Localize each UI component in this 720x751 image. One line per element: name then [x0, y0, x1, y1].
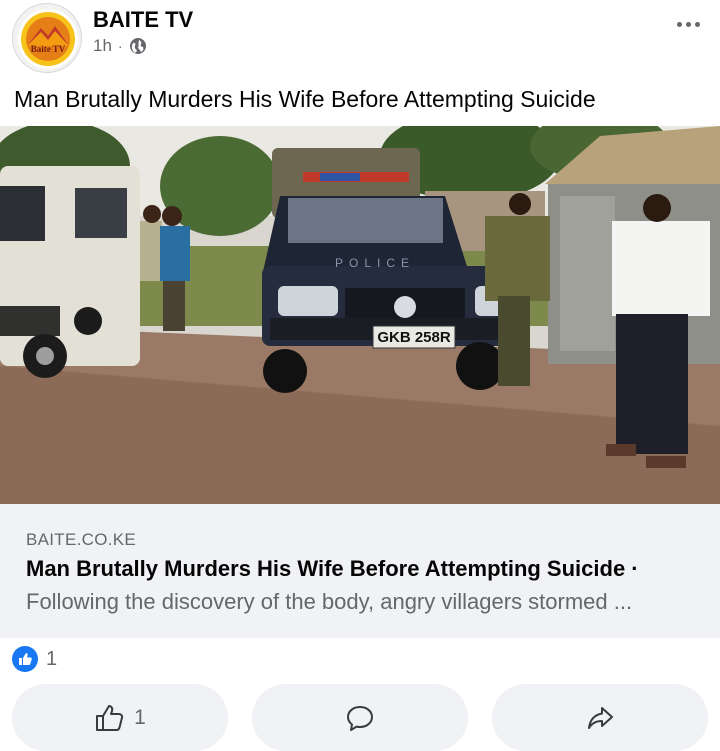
like-reaction-icon	[12, 646, 38, 672]
share-button[interactable]	[492, 684, 708, 751]
logo-text: Baite TV	[31, 44, 66, 54]
post-photo[interactable]: GKB 258R POLICE	[0, 126, 720, 504]
page-avatar[interactable]: Baite TV	[12, 3, 82, 73]
thumbs-up-icon	[96, 704, 124, 731]
post-meta: 1h ·	[93, 36, 147, 56]
meta-separator: ·	[117, 38, 123, 54]
action-bar: 1	[0, 684, 720, 751]
license-plate: GKB 258R	[377, 329, 451, 346]
like-button[interactable]: 1	[12, 684, 228, 751]
link-preview[interactable]: BAITE.CO.KE Man Brutally Murders His Wif…	[0, 504, 720, 638]
link-domain: BAITE.CO.KE	[26, 530, 137, 549]
share-icon	[588, 706, 613, 729]
reaction-count: 1	[46, 647, 58, 670]
link-description: Following the discovery of the body, ang…	[26, 589, 633, 614]
page-name[interactable]: BAITE TV	[93, 7, 193, 33]
reaction-summary[interactable]: 1	[12, 646, 57, 672]
more-options-icon	[676, 21, 682, 27]
post-header: Baite TV BAITE TV 1h ·	[0, 0, 720, 80]
like-count: 1	[134, 705, 146, 729]
baite-tv-logo: Baite TV	[18, 9, 78, 69]
more-options-button[interactable]	[670, 10, 706, 38]
comment-icon	[347, 705, 373, 731]
post-time[interactable]: 1h	[93, 36, 112, 56]
police-vehicle-photo: GKB 258R POLICE	[0, 126, 720, 504]
comment-button[interactable]	[252, 684, 468, 751]
post-text: Man Brutally Murders His Wife Before Att…	[14, 86, 596, 112]
link-title: Man Brutally Murders His Wife Before Att…	[26, 556, 639, 581]
globe-icon[interactable]	[129, 37, 147, 55]
vehicle-label: POLICE	[335, 256, 415, 270]
